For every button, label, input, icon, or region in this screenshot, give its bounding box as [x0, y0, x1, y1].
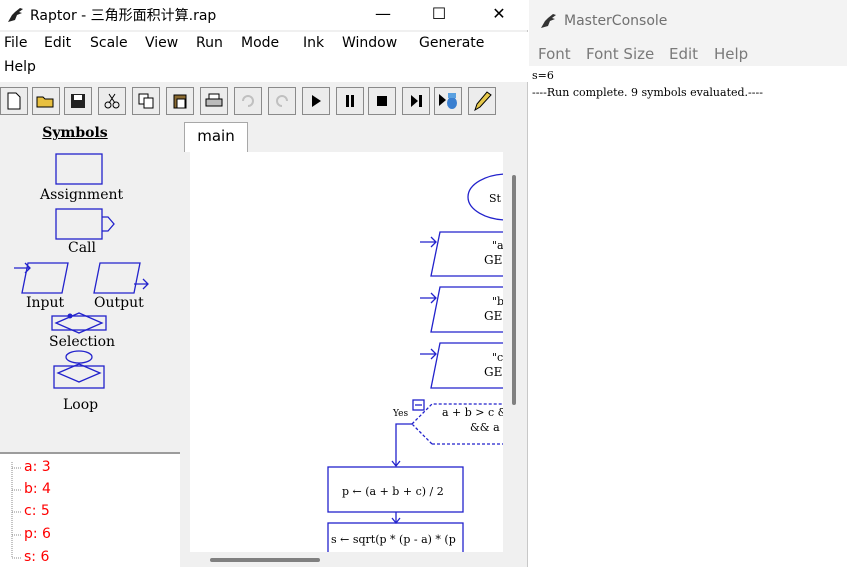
printer-icon: [205, 93, 223, 107]
output3-line1: "c: [492, 351, 503, 364]
output1-line1: "a: [492, 239, 503, 252]
open-folder-icon: [36, 96, 54, 108]
menu-ink[interactable]: Ink: [303, 35, 324, 51]
step-icon: [411, 95, 422, 107]
test-server-button[interactable]: [434, 87, 462, 115]
paste-clipboard-icon: [173, 94, 187, 109]
flowchart-canvas[interactable]: St "a GE "b GE "c GE Yes a + b > c & && …: [190, 152, 503, 552]
copy-button[interactable]: [132, 87, 160, 115]
assign-p-text: p ← (a + b + c) / 2: [342, 485, 444, 498]
variable-p: p: 6: [24, 526, 51, 542]
assign-s-text: s ← sqrt(p * (p - a) * (p: [331, 533, 456, 546]
scissors-icon: [104, 93, 120, 109]
console-menu-help[interactable]: Help: [714, 45, 748, 63]
console-titlebar: MasterConsole: [529, 0, 847, 42]
stop-button[interactable]: [368, 87, 396, 115]
call-label: Call: [68, 240, 97, 256]
variables-panel: a: 3 b: 4 c: 5 p: 6 s: 6: [0, 452, 180, 567]
assignment-symbol-icon[interactable]: [55, 153, 103, 185]
output3-line2: GE: [484, 365, 503, 379]
console-menu-edit[interactable]: Edit: [669, 45, 698, 63]
minimize-button[interactable]: —: [360, 0, 406, 30]
maximize-button[interactable]: ☐: [416, 0, 462, 30]
output2-line1: "b: [492, 295, 503, 308]
save-disk-icon: [71, 94, 85, 108]
output-label: Output: [94, 295, 144, 311]
call-symbol-icon[interactable]: [55, 208, 115, 240]
horizontal-scrollbar[interactable]: [210, 558, 320, 562]
menu-help[interactable]: Help: [4, 59, 36, 75]
output-symbol-icon[interactable]: [93, 262, 149, 294]
loop-label: Loop: [63, 397, 99, 413]
menu-view[interactable]: View: [145, 35, 178, 51]
menu-generate[interactable]: Generate: [419, 35, 484, 51]
tab-main[interactable]: main: [184, 122, 248, 152]
menu-run[interactable]: Run: [196, 35, 223, 51]
console-menu-font[interactable]: Font: [538, 45, 571, 63]
menu-edit[interactable]: Edit: [44, 35, 71, 51]
condition-line2: && a: [470, 421, 500, 434]
pause-button[interactable]: [336, 87, 364, 115]
variable-c: c: 5: [24, 503, 50, 519]
redo-icon: [276, 95, 288, 107]
redo-button[interactable]: [268, 87, 296, 115]
output2-line2: GE: [484, 309, 503, 323]
save-button[interactable]: [64, 87, 92, 115]
console-title: MasterConsole: [564, 13, 668, 29]
new-file-button[interactable]: [0, 87, 28, 115]
console-output[interactable]: s=6 ----Run complete. 9 symbols evaluate…: [529, 67, 847, 567]
selection-symbol-icon[interactable]: [51, 312, 107, 334]
menu-bar: File Edit Scale View Run Mode Ink Window…: [0, 32, 528, 82]
variable-b: b: 4: [24, 481, 51, 497]
condition-line1: a + b > c &: [442, 406, 503, 419]
close-button[interactable]: ✕: [476, 0, 522, 30]
step-button[interactable]: [402, 87, 430, 115]
run-compiled-icon: [439, 93, 457, 109]
cut-button[interactable]: [98, 87, 126, 115]
stop-icon: [377, 96, 387, 106]
copy-icon: [138, 93, 154, 109]
symbols-title: Symbols: [42, 125, 108, 141]
raptor-window: Raptor - 三角形面积计算.rap — ☐ ✕ File Edit Sca…: [0, 0, 528, 567]
raptor-logo-icon: [8, 8, 23, 22]
menu-mode[interactable]: Mode: [241, 35, 279, 51]
run-button[interactable]: [302, 87, 330, 115]
start-label: St: [489, 192, 501, 205]
undo-icon: [242, 95, 254, 107]
new-file-icon: [7, 92, 21, 110]
menu-scale[interactable]: Scale: [90, 35, 128, 51]
input-symbol-icon[interactable]: [14, 262, 69, 294]
raptor-logo-icon: [541, 14, 556, 28]
open-button[interactable]: [32, 87, 60, 115]
pen-icon: [474, 91, 492, 112]
yes-label: Yes: [393, 409, 409, 419]
paste-button[interactable]: [166, 87, 194, 115]
play-icon: [312, 95, 321, 107]
raptor-titlebar: Raptor - 三角形面积计算.rap — ☐ ✕: [0, 0, 528, 30]
menu-file[interactable]: File: [4, 35, 27, 51]
selection-label: Selection: [49, 334, 116, 350]
vertical-scrollbar[interactable]: [512, 175, 516, 405]
assignment-label: Assignment: [40, 187, 124, 203]
variable-s: s: 6: [24, 549, 50, 565]
ink-pen-button[interactable]: [468, 87, 496, 115]
loop-symbol-icon[interactable]: [53, 350, 105, 389]
window-title: Raptor - 三角形面积计算.rap: [30, 8, 217, 24]
undo-button[interactable]: [234, 87, 262, 115]
symbols-panel: Symbols Assignment Call Input Output Sel…: [0, 120, 178, 450]
variable-a: a: 3: [24, 459, 51, 475]
menu-window[interactable]: Window: [342, 35, 397, 51]
print-button[interactable]: [200, 87, 228, 115]
master-console-window: MasterConsole Font Font Size Edit Help s…: [529, 0, 847, 567]
console-menu-bar: Font Font Size Edit Help: [529, 42, 847, 66]
console-line: s=6: [532, 69, 554, 82]
console-line: ----Run complete. 9 symbols evaluated.--…: [532, 86, 763, 99]
console-menu-font-size[interactable]: Font Size: [586, 45, 654, 63]
output1-line2: GE: [484, 253, 503, 267]
toolbar: [0, 86, 528, 118]
pause-icon: [346, 95, 354, 107]
input-label: Input: [26, 295, 65, 311]
